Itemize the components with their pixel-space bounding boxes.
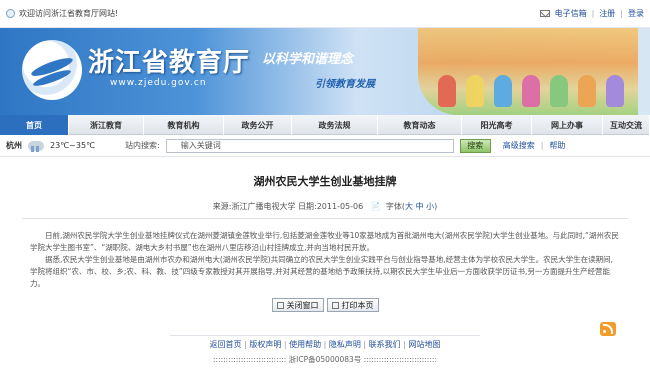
nav-item[interactable]: 互动交流 [603, 115, 650, 135]
globe-icon [6, 9, 15, 18]
temperature: 23℃~35℃ [50, 141, 96, 150]
footer-link[interactable]: 隐私声明 [329, 340, 361, 349]
mail-link[interactable]: 电子信箱 [555, 8, 587, 19]
city-name: 杭州 [6, 141, 22, 150]
slogan-primary: 以科学和谐理念 [262, 52, 354, 67]
footer-link[interactable]: 版权声明 [249, 340, 281, 349]
divider: | [591, 9, 595, 18]
divider: | [540, 141, 544, 150]
article-source: 来源:浙江广播电视大学 [212, 202, 296, 211]
nav-item[interactable]: 浙江教育 [69, 115, 144, 135]
info-bar: 杭州 23℃~35℃ 站内搜索: 搜索 高级搜索 | 帮助 [0, 135, 650, 157]
close-window-button[interactable]: 关闭窗口 [271, 298, 324, 312]
site-title: 浙江省教育厅 [88, 48, 251, 78]
divider: | [360, 340, 369, 349]
advanced-search-link[interactable]: 高级搜索 [503, 140, 535, 151]
article-meta: 来源:浙江广播电视大学 日期:2011-05-06 📄 字体(大 中 小) [22, 201, 628, 219]
login-link[interactable]: 登录 [628, 8, 644, 19]
main-nav: 首页 浙江教育 教育机构 政务公开 政务法规 教育动态 阳光高考 网上办事 互动交流 [0, 115, 650, 135]
print-page-button[interactable]: 打印本页 [326, 298, 379, 312]
close-window-label: 关闭窗口 [286, 300, 319, 310]
footer-link[interactable]: 联系我们 [369, 340, 401, 349]
font-small-link[interactable]: 小 [426, 202, 434, 211]
top-bar: 欢迎访问浙江省教育厅网站! 电子信箱 | 注册 | 登录 [0, 0, 650, 28]
footer-link[interactable]: 返回首页 [210, 340, 242, 349]
footer-divider [170, 335, 480, 336]
article-body: 日前,湖州农民学院大学生创业基地挂牌仪式在湖州菱湖镇金莲牧业举行,包括菱湖金莲牧… [0, 219, 650, 290]
footer-link[interactable]: 网站地图 [408, 340, 440, 349]
divider: | [281, 340, 290, 349]
article-paragraph: 日前,湖州农民学院大学生创业基地挂牌仪式在湖州菱湖镇金莲牧业举行,包括菱湖金莲牧… [30, 231, 619, 252]
font-size-end: ) [434, 202, 438, 211]
search-box [165, 138, 454, 153]
slogan-secondary: 引领教育发展 [315, 79, 375, 90]
nav-item[interactable]: 政务公开 [224, 115, 292, 135]
font-medium-link[interactable]: 中 [416, 202, 424, 211]
printer-icon [331, 301, 339, 309]
font-large-link[interactable]: 大 [405, 202, 413, 211]
nav-item[interactable]: 政务法规 [292, 115, 378, 135]
search-button[interactable]: 搜索 [459, 138, 491, 153]
search-input[interactable] [165, 138, 454, 153]
article-date: 日期:2011-05-06 [298, 202, 364, 211]
mail-icon [539, 10, 550, 17]
search-label: 站内搜索: [125, 141, 160, 150]
article-actions: 关闭窗口 打印本页 [0, 298, 650, 312]
help-link[interactable]: 帮助 [549, 140, 565, 151]
register-link[interactable]: 注册 [599, 8, 615, 19]
divider: | [321, 340, 329, 349]
footer-link[interactable]: 使用帮助 [289, 340, 321, 349]
article-title: 湖州农民大学生创业基地挂牌 [253, 175, 397, 188]
close-icon [276, 301, 284, 309]
article-paragraph: 据悉,农民大学生创业基地是由湖州市农办和湖州电大(湖州农民学院)共同确立的农民大… [30, 255, 613, 288]
font-size-icon: 📄 [370, 202, 381, 211]
footer-links: 返回首页 | 版权声明 | 使用帮助 | 隐私声明 | 联系我们 | 网站地图 [0, 339, 650, 350]
cloud-rain-icon [28, 140, 44, 152]
nav-item[interactable]: 教育机构 [144, 115, 224, 135]
icp-record: ::::::::::::::::::::::::::::: 浙ICP备05000… [213, 355, 437, 364]
font-size-label: 字体( [385, 202, 406, 211]
welcome-text: 欢迎访问浙江省教育厅网站! [19, 9, 119, 18]
nav-item[interactable]: 阳光高考 [462, 115, 532, 135]
divider: | [620, 9, 623, 18]
site-url: www.zjedu.gov.cn [110, 78, 207, 88]
nav-item[interactable]: 首页 [0, 115, 69, 135]
nav-item[interactable]: 教育动态 [378, 115, 462, 135]
children-photo [418, 28, 638, 115]
nav-item[interactable]: 网上办事 [532, 115, 603, 135]
rss-icon[interactable] [600, 322, 616, 336]
banner: 浙江省教育厅 www.zjedu.gov.cn 以科学和谐理念 引领教育发展 [0, 28, 650, 115]
print-page-label: 打印本页 [341, 300, 374, 310]
ministry-logo [22, 40, 82, 100]
